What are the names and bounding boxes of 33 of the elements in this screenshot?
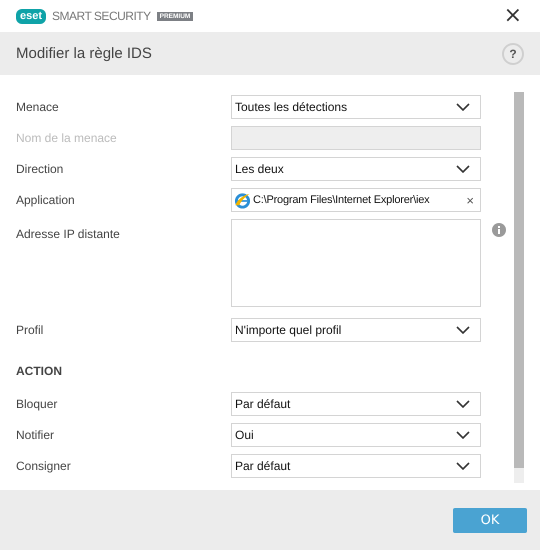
browser-icon	[234, 192, 251, 208]
dropdown[interactable]: Par défaut	[231, 454, 481, 478]
chevron-icon	[456, 103, 470, 111]
field-label: Profil	[16, 322, 44, 339]
chevron-icon	[456, 165, 470, 173]
dialog-title: Modifier la règle IDS	[16, 45, 152, 62]
help-button[interactable]: ?	[502, 42, 524, 64]
brand-logo: eset	[16, 8, 46, 24]
text-area[interactable]	[231, 219, 481, 307]
chevron-icon	[456, 431, 470, 439]
chevron-icon	[456, 462, 470, 470]
chevron-icon	[456, 400, 470, 408]
field-label: Bloquer	[16, 396, 58, 413]
field-label: Menace	[16, 99, 60, 116]
clear-button[interactable]: ×	[466, 192, 474, 208]
dropdown[interactable]: Les deux	[231, 157, 481, 181]
section-heading: ACTION	[16, 364, 63, 380]
dropdown[interactable]: Oui	[231, 423, 481, 447]
dropdown[interactable]: Toutes les détections	[231, 95, 481, 119]
chevron-icon	[456, 326, 470, 334]
dropdown[interactable]: Par défaut	[231, 392, 481, 416]
field-label: Direction	[16, 161, 64, 178]
input-field[interactable]: C:\Program Files\Internet Explorer\iex ×	[231, 188, 481, 212]
dropdown[interactable]: N'importe quel profil	[231, 318, 481, 342]
scrollbar[interactable]	[514, 92, 524, 483]
field-label: Adresse IP distante	[16, 226, 121, 243]
close-button[interactable]: ×	[502, 5, 524, 27]
field-label: Nom de la menace	[16, 130, 118, 147]
field-label: Application	[16, 192, 76, 209]
field-label: Notifier	[16, 427, 56, 444]
field-label: Consigner	[16, 458, 72, 475]
product-name: SMART SECURITY	[52, 9, 151, 23]
info-icon[interactable]	[492, 223, 506, 237]
